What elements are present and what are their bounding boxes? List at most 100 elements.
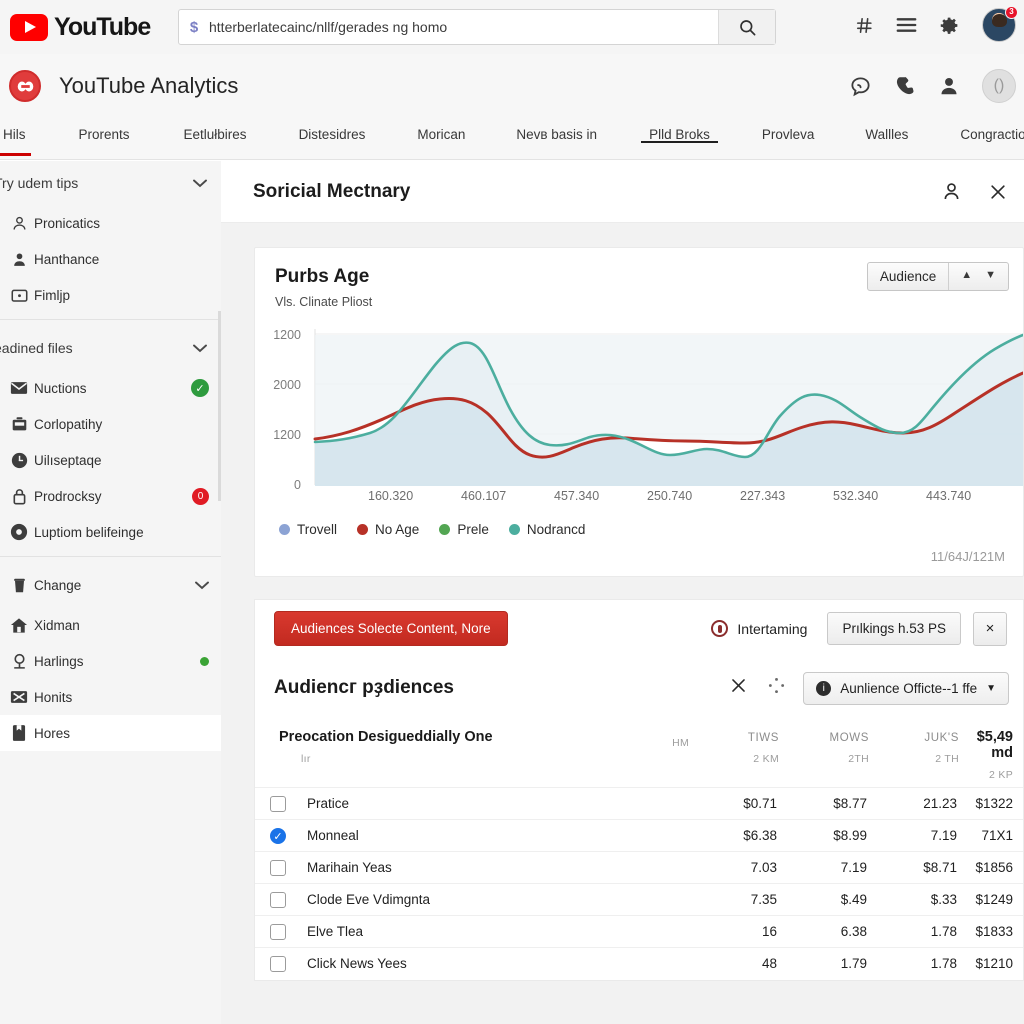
row-checkbox-cell[interactable] <box>255 916 301 948</box>
table-row[interactable]: Pratice $0.71 $8.77 21.23 $1322 <box>255 787 1023 820</box>
address-bar[interactable]: $ htterberlatecainc/nllf/gerades ng homo <box>178 9 776 45</box>
table-row[interactable]: Elve Tlea 16 6.38 1.78 $1833 <box>255 915 1023 948</box>
th-col-sub: 2TH <box>848 753 869 765</box>
close-icon[interactable] <box>729 676 748 700</box>
info-icon: i <box>816 680 832 696</box>
row-c1 <box>601 852 689 884</box>
sidebar-section-eadined-files[interactable]: eadined files <box>0 326 221 370</box>
hash-icon[interactable] <box>855 16 874 35</box>
row-name: Monneal <box>307 828 359 843</box>
th-col-3[interactable]: JUK'S 2 TH <box>869 719 959 788</box>
tab-plld-broks[interactable]: Plld Broks <box>641 127 718 159</box>
drag-handle-icon[interactable] <box>768 677 785 699</box>
sidebar: Try udem tips Pronicatics Hanthance Fiml… <box>0 161 221 1024</box>
tab-congraction[interactable]: Congraction <box>955 127 1024 159</box>
arrow-up-icon[interactable]: ▲ <box>961 269 972 284</box>
row-c4: 21.23 <box>923 796 957 811</box>
youtube-logo[interactable]: YouTube <box>10 13 151 42</box>
row-checkbox[interactable] <box>270 859 286 876</box>
status-label: Intertaming <box>737 620 808 637</box>
chevron-down-icon[interactable] <box>195 578 209 593</box>
th-col-1[interactable]: TIWS 2 KM <box>689 719 779 788</box>
legend-item-trovell[interactable]: Trovell <box>279 522 337 537</box>
action-strip: Audiences Solecte Content, Nore Intertam… <box>254 599 1024 657</box>
x-tick-label: 460.107 <box>461 489 507 503</box>
legend-item-nodrancd[interactable]: Nodrancd <box>508 522 586 537</box>
tab-provlevu[interactable]: Provleva <box>757 127 820 159</box>
audience-sort-arrows[interactable]: ▲ ▼ <box>949 263 1008 290</box>
sidebar-item-xidman[interactable]: Xidman <box>0 607 221 643</box>
chevron-down-icon[interactable] <box>193 175 207 191</box>
row-c2: 7.03 <box>750 860 777 875</box>
account-avatar[interactable]: 3 <box>982 6 1018 42</box>
sidebar-item-hores[interactable]: Hores <box>0 715 221 751</box>
audience-control-group[interactable]: Audience ▲ ▼ <box>866 262 1009 291</box>
legend-item-no-age[interactable]: No Age <box>357 522 419 537</box>
person-icon[interactable] <box>941 181 962 202</box>
row-checkbox-cell[interactable] <box>255 948 301 980</box>
table-row[interactable]: Marihain Yeas 7.03 7.19 $8.71 $1856 <box>255 851 1023 884</box>
sidebar-item-honits[interactable]: Honits <box>0 679 221 715</box>
legend-item-prele[interactable]: Prele <box>439 522 489 537</box>
table-row[interactable]: ✓ Monneal $6.38 $8.99 7.19 71X1 <box>255 819 1023 852</box>
address-bar-input[interactable]: htterberlatecainc/nllf/gerades ng homo <box>209 19 718 35</box>
row-checkbox-cell[interactable]: ✓ <box>255 820 301 852</box>
app-logo-icon[interactable] <box>9 70 41 102</box>
tab-distesidres[interactable]: Distesidres <box>294 127 371 159</box>
row-checkbox-cell[interactable] <box>255 788 301 820</box>
row-checkbox-cell[interactable] <box>255 884 301 916</box>
row-checkbox[interactable]: ✓ <box>270 827 286 844</box>
tab-prorents[interactable]: Prorents <box>74 127 135 159</box>
row-checkbox-cell[interactable] <box>255 852 301 884</box>
table-row[interactable]: Clode Eve Vdimgnta 7.35 $.49 $.33 $1249 <box>255 883 1023 916</box>
audience-select-dropdown[interactable]: i Aunlience Officte--1 ffe ▼ <box>803 671 1009 705</box>
audiences-select-content-button[interactable]: Audiences Solecte Content, Nore <box>274 611 508 646</box>
row-checkbox[interactable] <box>270 891 286 908</box>
trash-icon <box>4 577 34 594</box>
tab-morican[interactable]: Morican <box>412 127 470 159</box>
table-row[interactable]: Click News Yees 48 1.79 1.78 $1210 <box>255 947 1023 980</box>
chart-card: Purbs Age Vlѕ. Clinate Pliost Audience ▲… <box>254 247 1024 577</box>
close-button[interactable]: × <box>973 611 1007 646</box>
th-col-0[interactable]: HM <box>601 719 689 788</box>
th-col-4[interactable]: $5,49 md 2 KР <box>959 719 1023 788</box>
sidebar-item-corlopatihy[interactable]: Corlopatihy <box>0 406 221 442</box>
row-checkbox[interactable] <box>270 795 286 812</box>
chevron-down-icon[interactable]: ▼ <box>986 683 996 694</box>
chat-icon[interactable] <box>849 75 872 98</box>
chevron-down-icon[interactable]: ▼ <box>985 269 996 284</box>
search-button[interactable] <box>718 10 775 44</box>
tab-wallles[interactable]: Wallles <box>860 127 913 159</box>
sidebar-item-uilseptaqe[interactable]: Uilıseptaqe <box>0 442 221 478</box>
legend-label: Nodrancd <box>526 522 586 537</box>
sidebar-item-label: Luptiom belifeinge <box>34 524 144 540</box>
tab-news-basis-in[interactable]: Nevв basis in <box>511 127 602 159</box>
legend-swatch <box>508 524 520 535</box>
th-col-2[interactable]: MOWS 2TH <box>779 719 869 788</box>
table-panel-title: Audiencг pҙdiences <box>274 677 454 698</box>
gear-icon[interactable] <box>939 15 960 36</box>
phone-icon[interactable] <box>894 75 916 97</box>
close-icon[interactable] <box>988 182 1008 202</box>
ghost-avatar-icon[interactable]: () <box>982 69 1016 103</box>
menu-icon[interactable] <box>896 16 917 34</box>
sidebar-item-hanthance[interactable]: Hanthance <box>0 241 221 277</box>
sidebar-item-label: Nuctions <box>34 380 87 396</box>
sidebar-item-nuctions[interactable]: Nuctions ✓ <box>0 370 221 406</box>
sidebar-item-prodrocksy[interactable]: Prodrocksy 0 <box>0 478 221 514</box>
row-checkbox[interactable] <box>270 923 286 940</box>
sidebar-item-pronicatics[interactable]: Pronicatics <box>0 205 221 241</box>
chevron-down-icon[interactable] <box>193 340 207 356</box>
count-badge: 0 <box>192 487 209 505</box>
tab-eetlubires[interactable]: Eetlułbires <box>179 127 252 159</box>
prilkings-button[interactable]: Prılkings h.53 PS <box>827 612 961 645</box>
sidebar-item-luptiom-belifeinge[interactable]: Luptiom belifeinge <box>0 514 221 550</box>
sidebar-item-harlings[interactable]: Harlings <box>0 643 221 679</box>
audience-button[interactable]: Audience <box>868 263 950 290</box>
sidebar-section-try-udem-tips[interactable]: Try udem tips <box>0 161 221 205</box>
row-checkbox[interactable] <box>270 955 286 972</box>
tab-hils[interactable]: Hils <box>0 127 31 159</box>
sidebar-item-fimljp[interactable]: Fimljp <box>0 277 221 313</box>
sidebar-section-change[interactable]: Change <box>0 563 221 607</box>
person-icon[interactable] <box>938 75 960 97</box>
